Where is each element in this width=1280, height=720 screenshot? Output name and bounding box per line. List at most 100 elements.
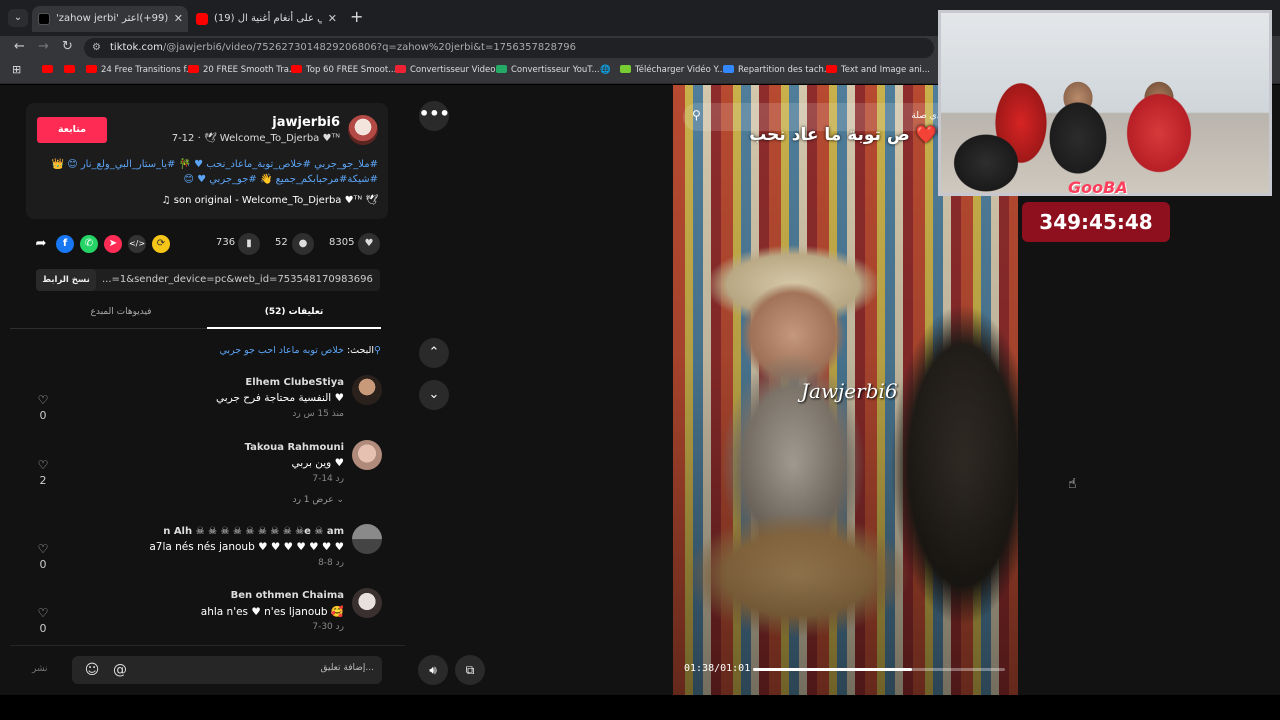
- comment-meta-reply[interactable]: 7-14 رد: [312, 474, 344, 484]
- reload-icon[interactable]: ↻: [62, 39, 73, 54]
- bookmark-label: Convertisseur YouT...: [511, 65, 600, 75]
- comment-like-count: 0: [39, 409, 47, 422]
- tab-title: (19) زهو جربي على أنغام أغنية ال...: [214, 13, 322, 24]
- bookmark-item[interactable]: Télécharger Vidéo Y...: [620, 65, 725, 75]
- post-comment-button[interactable]: نشر: [32, 664, 48, 674]
- commenter-name[interactable]: Ben othmen Chaima: [231, 590, 344, 601]
- caption-line[interactable]: #شيكة#مرحبابكم_جميع 👋 #جو_جربي ♥ 😊: [33, 172, 378, 187]
- mini-player-icon: ⧉: [465, 663, 475, 677]
- comment-composer: نشر ☺ @ إضافة تعليق...: [10, 645, 405, 695]
- mention-icon[interactable]: @: [110, 660, 130, 680]
- apps-grid-icon[interactable]: ⊞: [12, 63, 21, 76]
- video-progress-bar[interactable]: [753, 668, 1005, 671]
- share-arrow-icon[interactable]: ➦: [32, 235, 50, 253]
- comment-meta-reply[interactable]: منذ 15 س رد: [292, 409, 344, 419]
- url-host: tiktok.com: [110, 42, 163, 53]
- comment-button[interactable]: ●: [292, 233, 314, 255]
- browser-tab-active[interactable]: 'zahow jerbi' على(99+)اعثر ✕: [32, 6, 188, 32]
- new-tab-button[interactable]: +: [350, 7, 363, 26]
- bookmark-item[interactable]: Convertisseur YouT...: [496, 65, 600, 75]
- repost-icon[interactable]: ⟳: [152, 235, 170, 253]
- site-info-icon[interactable]: ⚙: [92, 38, 101, 58]
- active-tab-indicator: [207, 327, 381, 329]
- browser-tab[interactable]: (19) زهو جربي على أنغام أغنية ال... ✕: [190, 6, 342, 32]
- embed-icon[interactable]: </>: [128, 235, 146, 253]
- commenter-avatar[interactable]: [352, 588, 382, 618]
- caption-line[interactable]: #ملا_جو_جربي #خلاص_توبة_ماعاد_نحب ♥ 🎋 #ي…: [33, 157, 378, 172]
- heart-outline-icon[interactable]: ♡: [36, 393, 50, 407]
- youtube-icon: [86, 65, 97, 73]
- send-icon[interactable]: ➤: [104, 235, 122, 253]
- search-hint-keyword[interactable]: خلاص توبه ماعاد احب جو جربي: [219, 345, 344, 356]
- author-username[interactable]: jawjerbi6: [272, 115, 340, 130]
- heart-icon: ♥: [364, 238, 374, 249]
- emoji-icon[interactable]: ☺: [82, 660, 102, 680]
- tab-title: 'zahow jerbi' على(99+)اعثر: [56, 13, 168, 24]
- saves-count: 736: [216, 237, 236, 248]
- bookmark-item[interactable]: 24 Free Transitions f...: [86, 65, 194, 75]
- related-search-hint[interactable]: البحث: خلاص توبه ماعاد احب جو جربي ⚲: [219, 345, 381, 356]
- commenter-avatar[interactable]: [352, 524, 382, 554]
- author-avatar[interactable]: [348, 115, 378, 145]
- comment-icon: ●: [298, 238, 308, 249]
- whatsapp-icon[interactable]: ✆: [80, 235, 98, 253]
- bookmark-label: 24 Free Transitions f...: [101, 65, 194, 75]
- bookmark-item[interactable]: Repartition des tach...: [723, 65, 832, 75]
- comment-meta-reply[interactable]: 8-8 رد: [318, 558, 344, 568]
- facebook-icon[interactable]: f: [56, 235, 74, 253]
- close-tab-icon[interactable]: ✕: [174, 6, 183, 32]
- previous-video-button[interactable]: ⌃: [419, 338, 449, 368]
- video-caption-overlay: ص توبة ما عاد نحب ❤️❤️: [749, 125, 958, 145]
- share-link-text[interactable]: ...=1&sender_device=pc&web_id=7535481709…: [102, 269, 374, 291]
- heart-outline-icon[interactable]: ♡: [36, 458, 50, 472]
- pip-button[interactable]: ⧉: [455, 655, 485, 685]
- commenter-name[interactable]: Takoua Rahmouni: [245, 442, 344, 453]
- bookmark-label: 20 FREE Smooth Tra...: [203, 65, 298, 75]
- comment-like-count: 0: [39, 558, 47, 571]
- youtube-icon: [64, 65, 75, 73]
- back-icon[interactable]: ←: [14, 39, 25, 54]
- bookmark-youtube-2[interactable]: [64, 65, 79, 75]
- commenter-avatar[interactable]: [352, 375, 382, 405]
- commenter-name[interactable]: Elhem ClubeStiya: [245, 377, 344, 388]
- volume-button[interactable]: 🔊︎: [418, 655, 448, 685]
- music-link[interactable]: ♫ son original - Welcome_To_Djerba ♥ᵀᴺ 🕊: [162, 195, 378, 206]
- close-tab-icon[interactable]: ✕: [328, 6, 337, 32]
- follow-button[interactable]: متابعة: [37, 117, 107, 143]
- comments-panel: متابعة jawjerbi6 7-12 · 🕊 Welcome_To_Dje…: [10, 85, 405, 695]
- share-link-row: نسخ الرابط ...=1&sender_device=pc&web_id…: [36, 269, 380, 291]
- comment-item: n Alh ☠ ☠ ☠ ☠ ☠ ☠ ☠ ☠ ☠e ☠ am a7la nés n…: [10, 524, 382, 584]
- bookmark-label: Convertisseur Video...: [410, 65, 504, 75]
- doc-icon: [723, 65, 734, 73]
- forward-icon[interactable]: →: [38, 39, 49, 54]
- heart-outline-icon[interactable]: ♡: [36, 606, 50, 620]
- tab-comments[interactable]: تعليقات (52): [207, 307, 381, 317]
- youtube-icon: [42, 65, 53, 73]
- commenter-avatar[interactable]: [352, 440, 382, 470]
- bookmark-item[interactable]: Top 60 FREE Smoot...: [291, 65, 396, 75]
- chevron-down-icon: ⌄: [428, 387, 440, 402]
- comment-item: Takoua Rahmouni وين بربي ♥ 7-14 رد ♡ 2 ع…: [10, 440, 382, 505]
- speaker-icon: 🔊︎: [429, 663, 437, 677]
- url-field[interactable]: ⚙ tiktok.com/@jawjerbi6/video/7526273014…: [84, 38, 934, 58]
- view-replies-button[interactable]: عرض 1 رد ⌄: [293, 495, 344, 505]
- webcam-overlay: [938, 10, 1272, 196]
- bookmark-item[interactable]: Text and Image ani...: [826, 65, 930, 75]
- tab-search-icon[interactable]: ⌄: [8, 9, 28, 27]
- copy-link-button[interactable]: نسخ الرابط: [36, 269, 96, 291]
- bookmark-item[interactable]: 20 FREE Smooth Tra...: [188, 65, 297, 75]
- comment-meta-reply[interactable]: 7-30 رد: [312, 622, 344, 632]
- bookmark-youtube-1[interactable]: [42, 65, 57, 75]
- like-button[interactable]: ♥: [358, 233, 380, 255]
- more-options-button[interactable]: •••: [419, 101, 450, 131]
- next-video-button[interactable]: ⌄: [419, 380, 449, 410]
- commenter-name[interactable]: n Alh ☠ ☠ ☠ ☠ ☠ ☠ ☠ ☠ ☠e ☠ am: [163, 526, 344, 537]
- bookmark-button[interactable]: ▮: [238, 233, 260, 255]
- heart-outline-icon[interactable]: ♡: [36, 542, 50, 556]
- likes-count: 8305: [329, 237, 355, 248]
- comment-placeholder: إضافة تعليق...: [320, 663, 374, 673]
- tab-creator-videos[interactable]: فيديوهات المبدع: [34, 307, 208, 317]
- bookmark-item[interactable]: Convertisseur Video...: [395, 65, 503, 75]
- comment-input[interactable]: ☺ @ إضافة تعليق...: [72, 656, 382, 684]
- globe-icon[interactable]: 🌐: [600, 65, 611, 75]
